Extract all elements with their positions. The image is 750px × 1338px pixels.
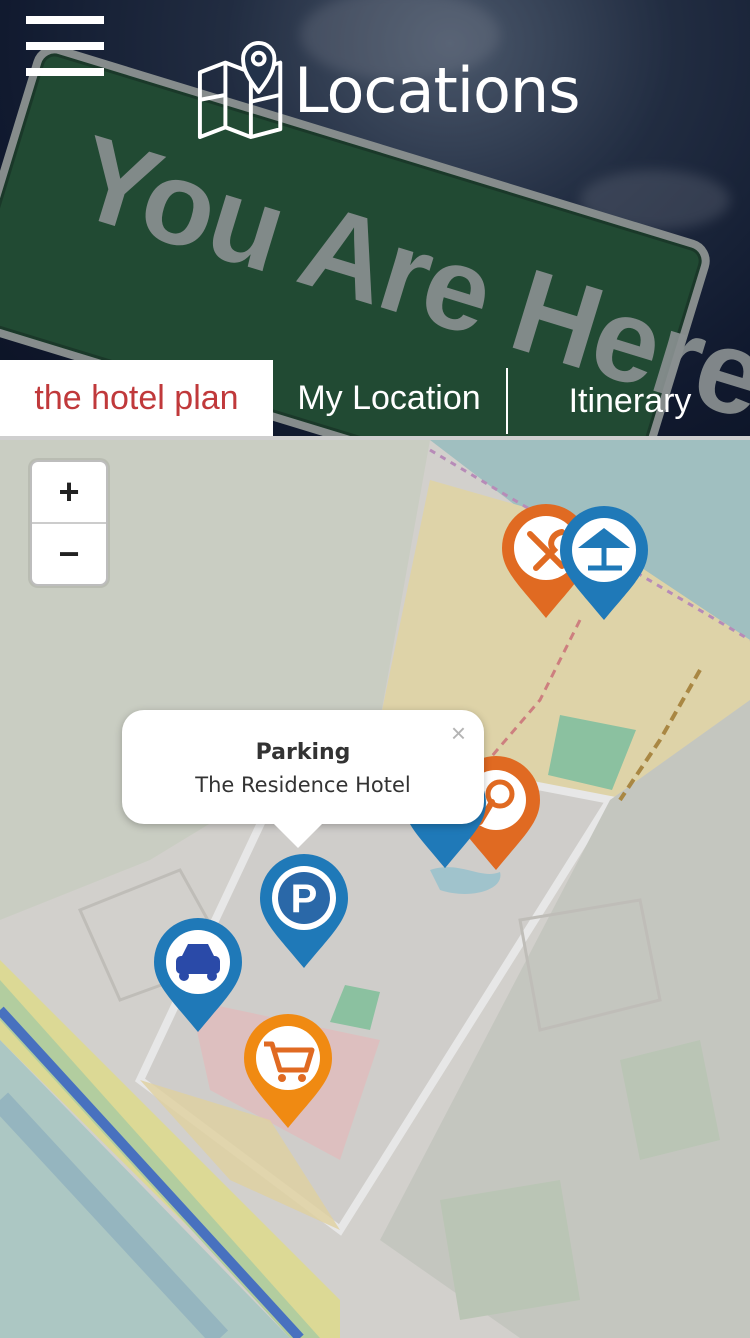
title-text: Locations <box>294 53 581 127</box>
zoom-in-button[interactable]: + <box>32 462 106 522</box>
popup-title: Parking <box>255 740 351 765</box>
tab-bar: the hotel plan My Location Itinerary <box>0 360 750 436</box>
hotel-map[interactable]: P <box>0 436 750 1338</box>
close-icon[interactable]: × <box>451 718 466 749</box>
header-banner: You Are Here Locations the hotel plan My… <box>0 0 750 436</box>
taxi-marker-icon[interactable] <box>150 918 246 1034</box>
hamburger-menu-icon[interactable] <box>26 16 104 76</box>
zoom-out-button[interactable]: − <box>32 522 106 584</box>
parking-marker-icon[interactable]: P <box>256 854 352 970</box>
popup-pointer <box>272 822 324 848</box>
page-title: Locations <box>196 40 581 140</box>
zoom-control: + − <box>30 460 108 586</box>
tab-hotel-plan[interactable]: the hotel plan <box>0 360 273 436</box>
tab-my-location[interactable]: My Location <box>273 360 505 436</box>
beach-marker-icon[interactable] <box>556 506 652 622</box>
location-popup: × Parking The Residence Hotel <box>122 710 484 848</box>
svg-text:P: P <box>291 877 318 921</box>
map-pin-icon <box>197 41 283 139</box>
popup-subtitle: The Residence Hotel <box>195 773 411 797</box>
shopping-marker-icon[interactable] <box>240 1014 336 1130</box>
tab-itinerary[interactable]: Itinerary <box>506 368 750 434</box>
